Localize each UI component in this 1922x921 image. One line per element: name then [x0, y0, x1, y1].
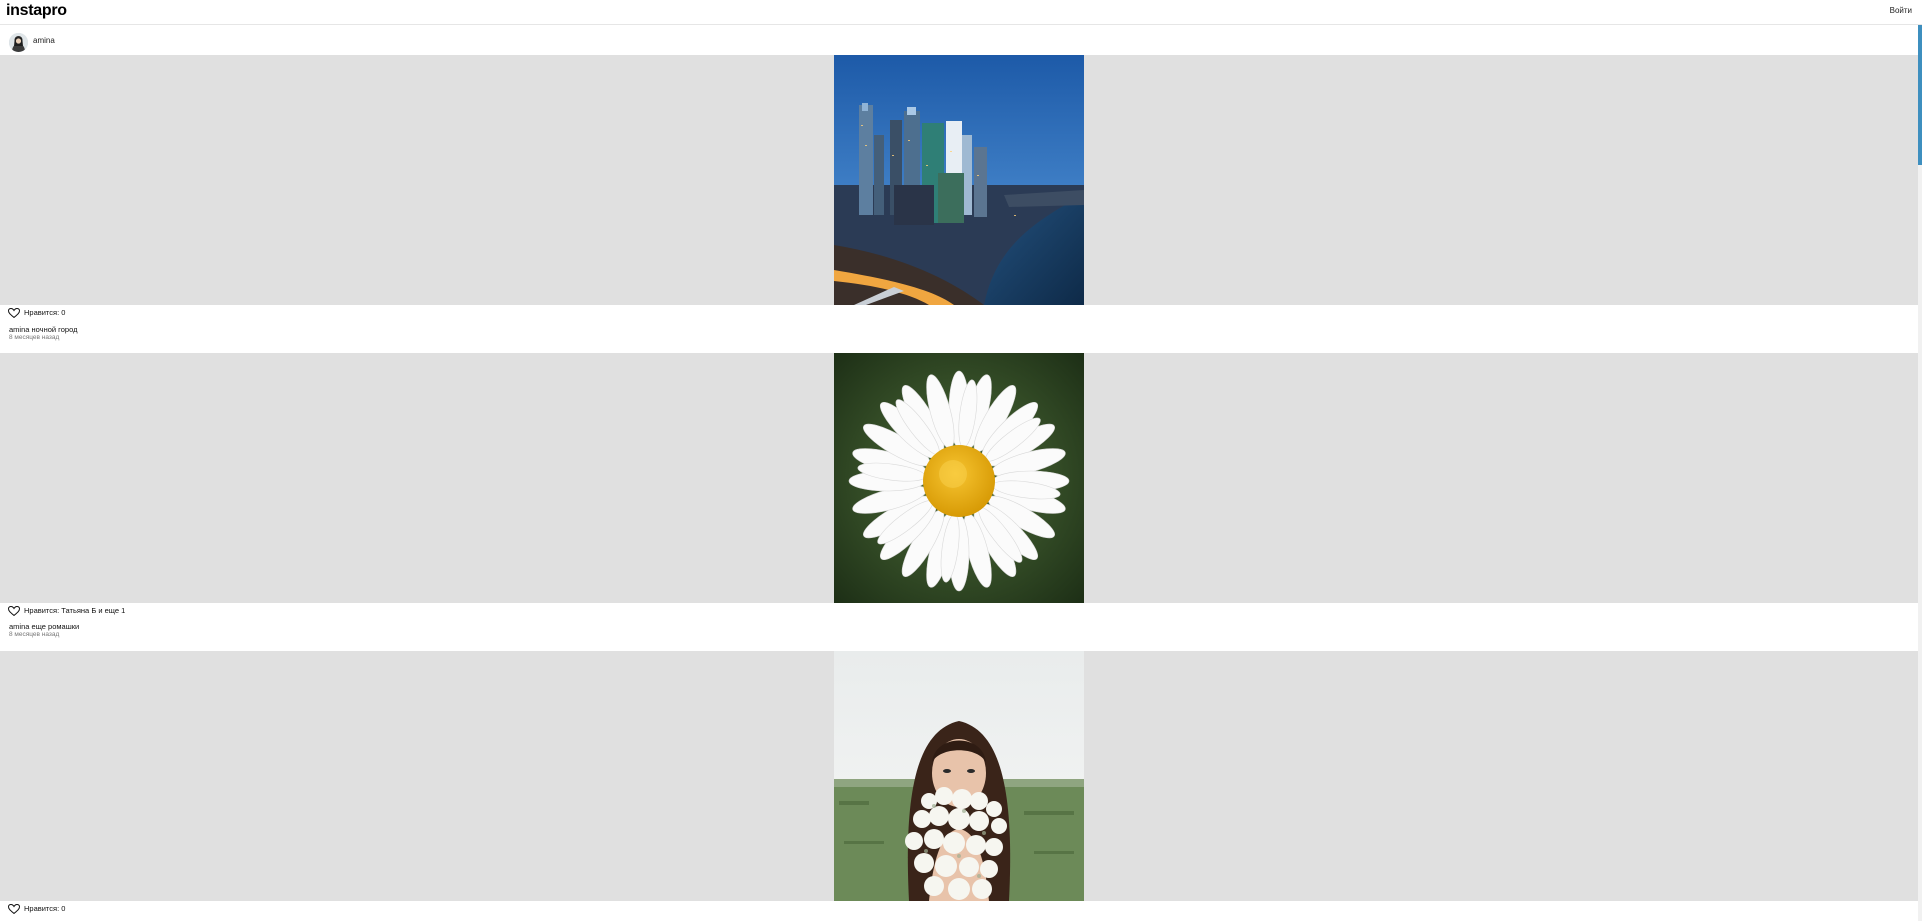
post-image-container [0, 353, 1918, 603]
caption-author[interactable]: amina [9, 622, 29, 631]
instapro-page: instapro Войти amina Нравится: 0 amina н… [0, 0, 1922, 921]
heart-icon[interactable] [8, 606, 20, 616]
top-header: instapro Войти [0, 0, 1922, 25]
caption-author[interactable]: amina [9, 325, 29, 334]
post-caption: amina ночной город [9, 325, 77, 334]
user-header: amina [0, 30, 1922, 54]
heart-icon[interactable] [8, 308, 20, 318]
heart-icon[interactable] [8, 904, 20, 914]
username[interactable]: amina [33, 36, 55, 46]
likes-count: Нравится: 0 [24, 308, 66, 317]
caption-text: ночной город [31, 325, 78, 334]
likes-count: Нравится: 0 [24, 904, 66, 913]
caption-text: еще ромашки [31, 622, 80, 631]
app-logo[interactable]: instapro [6, 1, 67, 21]
post-photo-woman-bouquet[interactable] [834, 651, 1084, 901]
post-time: 8 месяцев назад [9, 334, 60, 341]
avatar[interactable] [9, 33, 28, 52]
post-image-container [0, 651, 1918, 901]
post-image-container [0, 55, 1918, 305]
login-button[interactable]: Войти [1890, 6, 1912, 16]
page-scrollbar[interactable] [1918, 25, 1922, 921]
post-time: 8 месяцев назад [9, 631, 60, 638]
avatar-image [9, 33, 28, 52]
post-photo-chamomile[interactable] [834, 353, 1084, 603]
likes-count: Нравится: Татьяна Б и еще 1 [24, 606, 126, 615]
post-photo-city[interactable] [834, 55, 1084, 305]
post-caption: amina еще ромашки [9, 622, 79, 631]
scrollbar-thumb[interactable] [1918, 25, 1922, 165]
